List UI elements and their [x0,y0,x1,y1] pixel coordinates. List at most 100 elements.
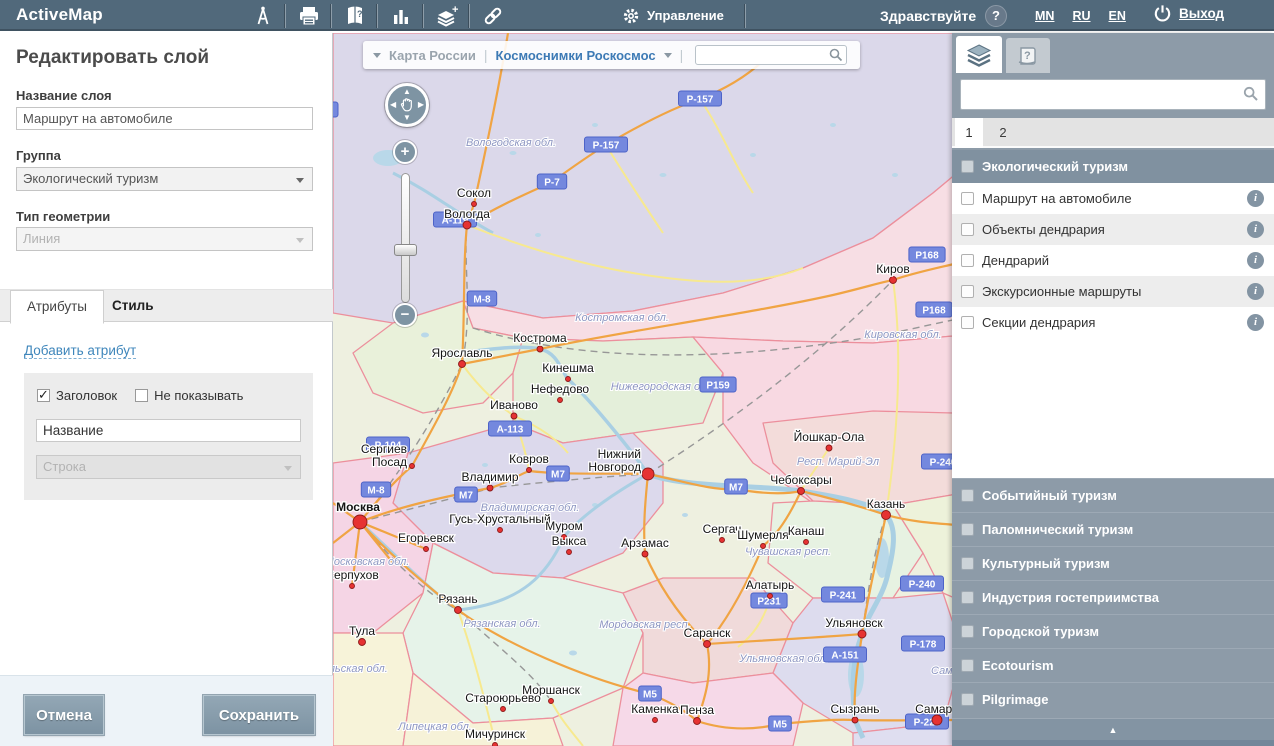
pan-left-icon[interactable]: ◀ [390,101,396,109]
layer-group-header[interactable]: Экологический туризм [952,150,1274,183]
layer-name-input[interactable] [16,107,313,130]
add-attribute-link[interactable]: Добавить атрибут [24,343,136,359]
base-layer-dropdown-icon[interactable] [373,53,381,62]
layer-row[interactable]: Объекты дендрарияi [952,214,1274,245]
layers-search-input[interactable] [960,79,1266,110]
edit-layer-panel: Редактировать слой Название слоя Группа … [0,33,333,746]
hide-checkbox[interactable] [135,389,148,402]
tab-layers[interactable] [956,36,1002,73]
zoom-slider-track[interactable] [401,173,410,303]
layer-group-header[interactable]: Событийный туризм [952,478,1274,512]
pan-up-icon[interactable]: ▲ [403,88,411,96]
region-label: Тульская обл. [333,663,388,675]
group-checkbox[interactable] [961,557,974,570]
layer-checkbox[interactable] [961,316,974,329]
group-checkbox[interactable] [961,591,974,604]
layer-row[interactable]: Дендрарийi [952,245,1274,276]
layer-group-header[interactable]: Культурный туризм [952,546,1274,580]
group-name: Городской туризм [982,624,1099,639]
active-layer-dropdown-icon[interactable] [664,53,672,62]
svg-text:Вологда: Вологда [444,207,490,221]
layer-name: Экскурсионные маршруты [982,284,1141,299]
road-badge: А-151 [824,647,867,662]
group-checkbox[interactable] [961,693,974,706]
help-badge[interactable]: ? [985,5,1007,27]
cancel-button[interactable]: Отмена [24,695,104,735]
print-icon[interactable] [286,0,331,31]
logout-button[interactable]: Выход [1152,3,1224,24]
svg-text:Р-241: Р-241 [830,591,857,602]
group-checkbox[interactable] [961,489,974,502]
svg-text:Сызрань: Сызрань [830,702,879,716]
active-layer-selector[interactable]: Космоснимки Роскосмос [496,48,656,63]
management-menu[interactable]: Управление [622,0,724,31]
svg-text:Мичуринск: Мичуринск [465,727,526,741]
layer-info-icon[interactable]: i [1247,314,1264,331]
svg-text:Саранск: Саранск [684,626,731,640]
road-badge: М7 [547,466,570,481]
top-bar: ActiveMap ? + [0,0,1274,31]
layer-info-icon[interactable]: i [1247,283,1264,300]
road-badge: Р159 [700,377,736,392]
svg-text:Казань: Казань [867,497,906,511]
layer-groups: Экологический туризмМаршрут на автомобил… [952,150,1274,718]
svg-text:Йошкар-Ола: Йошкар-Ола [794,429,865,444]
group-select-value: Экологический туризм [23,171,158,186]
chart-icon[interactable] [378,0,423,31]
zoom-out-button[interactable]: − [393,303,417,327]
layer-info-icon[interactable]: i [1247,252,1264,269]
report-icon[interactable]: ? [332,0,377,31]
layer-checkbox[interactable] [961,285,974,298]
group-name: Культурный туризм [982,556,1110,571]
layer-row[interactable]: Экскурсионные маршруты i [952,276,1274,307]
tab-legend[interactable]: ? [1006,38,1050,73]
group-checkbox[interactable] [961,160,974,173]
link-icon[interactable] [470,0,515,31]
attribute-options: Заголовок Не показывать [37,388,255,403]
group-checkbox[interactable] [961,659,974,672]
svg-text:?: ? [357,9,363,19]
lang-ru[interactable]: RU [1072,9,1090,23]
base-layer-selector[interactable]: Карта России [389,48,476,63]
measure-icon[interactable] [240,0,285,31]
search-icon[interactable] [1243,86,1259,102]
map-search-input[interactable] [695,45,847,65]
map-pan-control[interactable]: ▲ ▼ ◀ ▶ [385,83,429,127]
search-icon[interactable] [829,48,843,62]
pan-down-icon[interactable]: ▼ [403,114,411,122]
header-checkbox[interactable] [37,389,50,402]
scroll-up-button[interactable]: ▲ [952,718,1274,740]
tab-attributes[interactable]: Атрибуты [10,290,104,324]
chevron-down-icon [296,178,304,187]
toolbar-icons: ? + [240,0,515,31]
lang-mn[interactable]: MN [1035,9,1054,23]
zoom-slider-handle[interactable] [394,244,417,256]
layer-info-icon[interactable]: i [1247,190,1264,207]
layer-group-header[interactable]: Индустрия гостеприимства [952,580,1274,614]
group-checkbox[interactable] [961,523,974,536]
layer-group-header[interactable]: Городской туризм [952,614,1274,648]
region-label: Мордовская респ. [599,619,691,631]
layer-checkbox[interactable] [961,223,974,236]
layer-checkbox[interactable] [961,192,974,205]
layer-group-header[interactable]: Паломнический туризм [952,512,1274,546]
layer-checkbox[interactable] [961,254,974,267]
zoom-in-button[interactable]: + [393,140,417,164]
road-badge: А-113 [489,421,532,436]
layer-group-header[interactable]: Ecotourism [952,648,1274,682]
group-checkbox[interactable] [961,625,974,638]
tab-style[interactable]: Стиль [96,290,170,323]
layer-group-header[interactable]: Pilgrimage [952,682,1274,716]
add-layer-icon[interactable]: + [424,0,469,31]
page-1[interactable]: 1 [955,118,983,148]
layer-row[interactable]: Маршрут на автомобилеi [952,183,1274,214]
layer-row[interactable]: Секции дендрарияi [952,307,1274,338]
lang-en[interactable]: EN [1109,9,1126,23]
save-button[interactable]: Сохранить [203,695,315,735]
layer-info-icon[interactable]: i [1247,221,1264,238]
attribute-name-input[interactable] [36,419,301,442]
page-2[interactable]: 2 [993,118,1013,148]
svg-text:Р-157: Р-157 [593,141,620,152]
group-select[interactable]: Экологический туризм [16,167,313,191]
pan-right-icon[interactable]: ▶ [418,101,424,109]
